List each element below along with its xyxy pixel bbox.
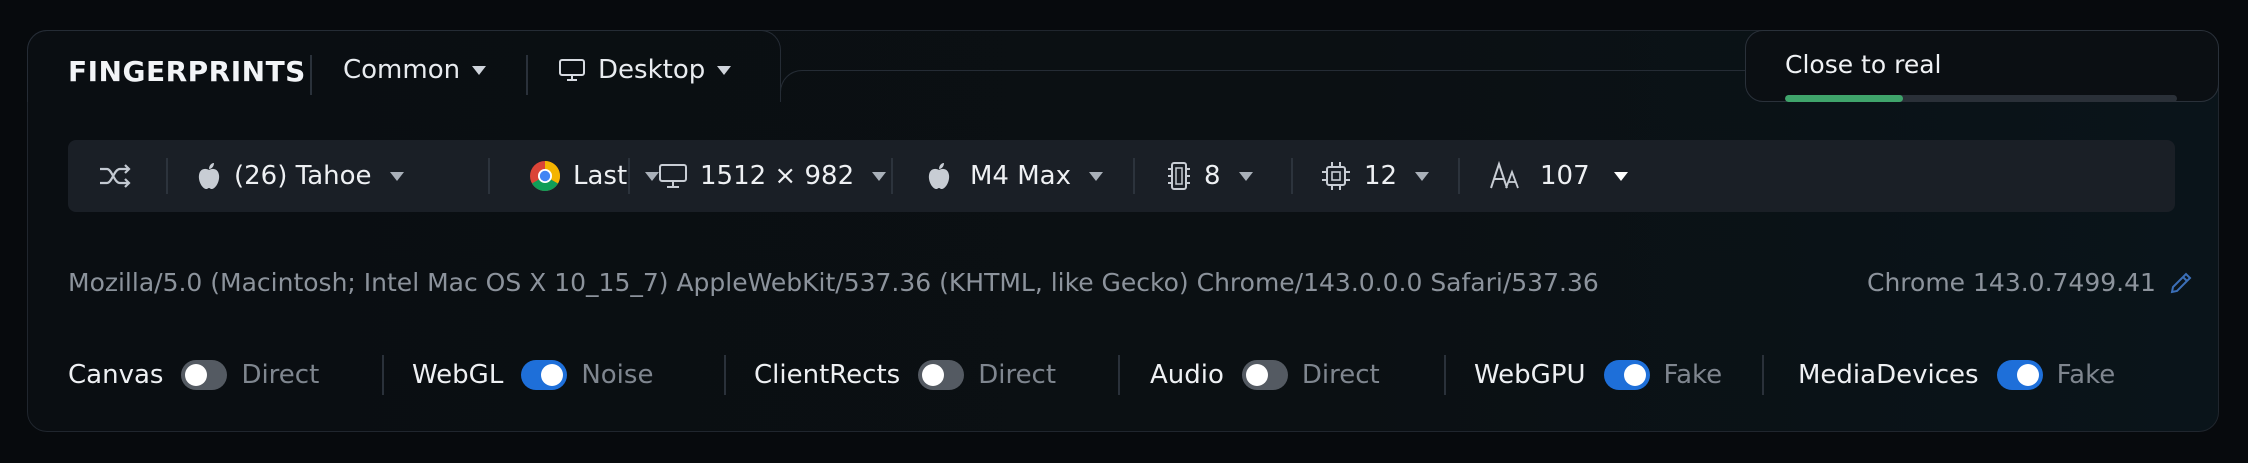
chevron-down-icon (389, 171, 404, 181)
toggle-label: ClientRects (754, 360, 901, 390)
apple-icon (928, 163, 950, 189)
browser-dropdown[interactable]: Last (465, 140, 660, 212)
toggle-webgl: WebGL Noise (412, 355, 653, 395)
device-dropdown-label: Desktop (598, 55, 706, 85)
divider (1458, 158, 1460, 194)
audio-switch[interactable] (1241, 360, 1288, 390)
browser-value: Last (573, 161, 628, 191)
divider (1118, 355, 1120, 395)
divider (310, 55, 312, 95)
chrome-icon (530, 161, 561, 192)
webgl-switch[interactable] (521, 360, 568, 390)
header-divider (780, 70, 1745, 102)
toggle-label: WebGPU (1474, 360, 1586, 390)
toggle-mode: Fake (2056, 360, 2116, 390)
monitor-icon (559, 59, 585, 81)
switch-knob (2016, 364, 2039, 386)
divider (628, 158, 630, 194)
divider (1762, 355, 1764, 395)
toggle-mode: Fake (1663, 360, 1723, 390)
memory-dropdown[interactable]: 8 (1166, 140, 1253, 212)
toggle-mode: Direct (241, 360, 320, 390)
divider (1133, 158, 1135, 194)
toggle-canvas: Canvas Direct (68, 355, 319, 395)
chevron-down-icon (472, 65, 487, 75)
clientrects-switch[interactable] (918, 360, 965, 390)
toggle-label: Audio (1150, 360, 1224, 390)
toggle-mode: Direct (978, 360, 1057, 390)
divider (1444, 355, 1446, 395)
realness-progress-bar (1785, 95, 2177, 102)
chevron-down-icon (1613, 171, 1628, 181)
shuffle-button[interactable] (98, 140, 134, 212)
divider (166, 158, 168, 194)
fonts-value: 107 (1540, 161, 1590, 191)
chevron-down-icon (1089, 171, 1103, 181)
switch-knob (1623, 364, 1646, 386)
chevron-down-icon (872, 171, 887, 181)
cpu-icon (1322, 162, 1350, 190)
memory-value: 8 (1204, 161, 1221, 191)
fonts-icon (1490, 161, 1519, 189)
chevron-down-icon (1238, 171, 1253, 181)
toggle-label: MediaDevices (1798, 360, 1979, 390)
divider (891, 158, 893, 194)
canvas-switch[interactable] (181, 360, 228, 390)
switch-knob (541, 364, 564, 386)
switch-knob (922, 364, 945, 386)
realness-label: Close to real (1785, 50, 1942, 79)
memory-icon (1168, 162, 1190, 190)
toggle-mode: Noise (581, 360, 654, 390)
toggle-audio: Audio Direct (1150, 355, 1380, 395)
fonts-dropdown[interactable]: 107 (1488, 140, 1628, 212)
profile-dropdown-label: Common (343, 55, 461, 85)
divider (1291, 158, 1293, 194)
mediadevices-switch[interactable] (1996, 360, 2043, 390)
os-value: (26) Tahoe (234, 161, 372, 191)
monitor-icon (659, 164, 687, 188)
resolution-value: 1512 × 982 (700, 161, 855, 191)
divider (382, 355, 384, 395)
toggle-mediadevices: MediaDevices Fake (1798, 355, 2115, 395)
resolution-dropdown[interactable]: 1512 × 982 (658, 140, 887, 212)
os-dropdown[interactable]: (26) Tahoe (196, 140, 404, 212)
browser-version-label: Chrome 143.0.7499.41 (1867, 268, 2156, 297)
toggle-label: Canvas (68, 360, 164, 390)
toggle-webgpu: WebGPU Fake (1474, 355, 1722, 395)
switch-knob (1245, 364, 1268, 386)
realness-progress-fill (1785, 95, 1903, 102)
cpu-model-value: M4 Max (970, 161, 1071, 191)
browser-version: Chrome 143.0.7499.41 (1867, 268, 2194, 297)
cores-value: 12 (1364, 161, 1398, 191)
profile-dropdown[interactable]: Common (343, 55, 487, 85)
pencil-icon[interactable] (2168, 270, 2194, 296)
divider (724, 355, 726, 395)
toggle-mode: Direct (1301, 360, 1380, 390)
chevron-down-icon (717, 65, 732, 75)
switch-knob (185, 364, 208, 386)
shuffle-icon (100, 164, 131, 188)
apple-icon (198, 163, 220, 189)
page-title: FINGERPRINTS (68, 55, 306, 88)
chevron-down-icon (1415, 171, 1430, 181)
cores-dropdown[interactable]: 12 (1320, 140, 1430, 212)
device-dropdown[interactable]: Desktop (558, 55, 732, 85)
toggle-clientrects: ClientRects Direct (754, 355, 1056, 395)
cpu-model-dropdown[interactable]: M4 Max (926, 140, 1103, 212)
webgpu-switch[interactable] (1603, 360, 1650, 390)
divider (526, 55, 528, 95)
fingerprint-toolbar: (26) Tahoe Last 1512 × 982 M4 Max 8 12 1… (68, 140, 2175, 212)
user-agent-text: Mozilla/5.0 (Macintosh; Intel Mac OS X 1… (68, 268, 1599, 297)
toggle-label: WebGL (412, 360, 504, 390)
